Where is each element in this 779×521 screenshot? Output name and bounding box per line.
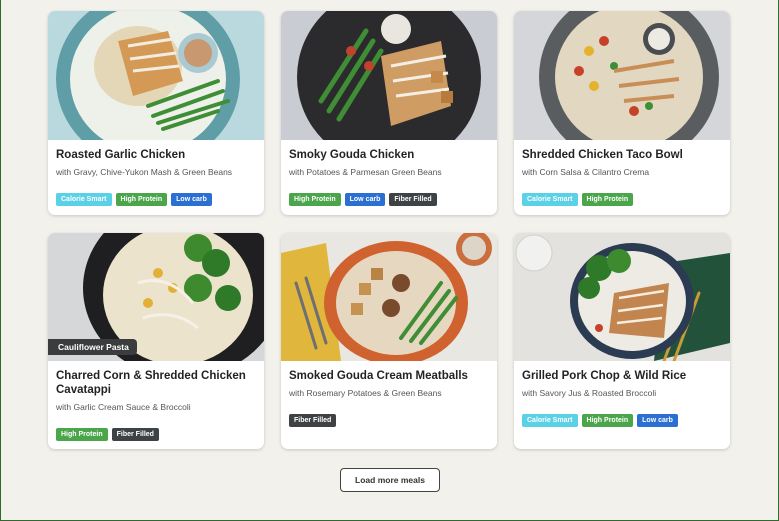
tag-low-carb: Low carb	[344, 193, 386, 206]
tag-calorie-smart: Calorie Smart	[56, 193, 112, 206]
meal-tags: High Protein Low carb Fiber Filled	[289, 193, 489, 206]
tag-fiber-filled: Fiber Filled	[289, 414, 337, 427]
tag-fiber-filled: Fiber Filled	[111, 428, 159, 441]
meal-card[interactable]: Smoked Gouda Cream Meatballs with Rosema…	[281, 233, 497, 449]
tag-high-protein: High Protein	[56, 428, 108, 441]
meal-grid: Roasted Garlic Chicken with Gravy, Chive…	[48, 11, 732, 449]
meal-subtitle: with Savory Jus & Roasted Broccoli	[522, 388, 657, 398]
meal-subtitle: with Corn Salsa & Cilantro Crema	[522, 167, 650, 177]
pork-chop-photo[interactable]	[514, 233, 730, 361]
tag-high-protein: High Protein	[289, 193, 341, 206]
roasted-garlic-chicken-photo[interactable]	[48, 11, 264, 140]
meal-card[interactable]: Shredded Chicken Taco Bowl with Corn Sal…	[514, 11, 730, 215]
meal-title[interactable]: Smoked Gouda Cream Meatballs	[289, 369, 489, 383]
meal-title[interactable]: Roasted Garlic Chicken	[56, 148, 256, 162]
tag-calorie-smart: Calorie Smart	[522, 193, 578, 206]
meatballs-photo[interactable]	[281, 233, 497, 361]
tag-high-protein: High Protein	[581, 414, 634, 427]
meal-tags: Calorie Smart High Protein Low carb	[56, 193, 256, 206]
meal-subtitle: with Rosemary Potatoes & Green Beans	[289, 388, 442, 398]
meal-title[interactable]: Charred Corn & Shredded Chicken Cavatapp…	[56, 369, 256, 397]
meal-subtitle: with Garlic Cream Sauce & Broccoli	[56, 402, 191, 412]
meal-tags: High Protein Fiber Filled	[56, 428, 256, 441]
meal-card[interactable]: Cauliflower Pasta Charred Corn & Shredde…	[48, 233, 264, 449]
tag-low-carb: Low carb	[171, 193, 212, 206]
overlay-tag-cauliflower-pasta: Cauliflower Pasta	[48, 339, 137, 355]
meal-tags: Calorie Smart High Protein Low carb	[522, 414, 722, 427]
cavatappi-photo[interactable]: Cauliflower Pasta	[48, 233, 264, 361]
meal-title[interactable]: Shredded Chicken Taco Bowl	[522, 148, 722, 162]
meal-title[interactable]: Grilled Pork Chop & Wild Rice	[522, 369, 722, 383]
load-more-button[interactable]: Load more meals	[340, 468, 440, 492]
meal-card[interactable]: Smoky Gouda Chicken with Potatoes & Parm…	[281, 11, 497, 215]
tag-high-protein: High Protein	[115, 193, 168, 206]
meal-card[interactable]: Grilled Pork Chop & Wild Rice with Savor…	[514, 233, 730, 449]
meal-subtitle: with Gravy, Chive-Yukon Mash & Green Bea…	[56, 167, 233, 177]
meal-tags: Calorie Smart High Protein	[522, 193, 722, 206]
tag-low-carb: Low carb	[637, 414, 678, 427]
meal-card[interactable]: Roasted Garlic Chicken with Gravy, Chive…	[48, 11, 264, 215]
meal-subtitle: with Potatoes & Parmesan Green Beans	[289, 167, 442, 177]
taco-bowl-photo[interactable]	[514, 11, 730, 140]
tag-high-protein: High Protein	[581, 193, 634, 206]
meal-title[interactable]: Smoky Gouda Chicken	[289, 148, 489, 162]
meal-tags: Fiber Filled	[289, 414, 489, 427]
tag-calorie-smart: Calorie Smart	[522, 414, 578, 427]
smoky-gouda-chicken-photo[interactable]	[281, 11, 497, 140]
tag-fiber-filled: Fiber Filled	[389, 193, 437, 206]
